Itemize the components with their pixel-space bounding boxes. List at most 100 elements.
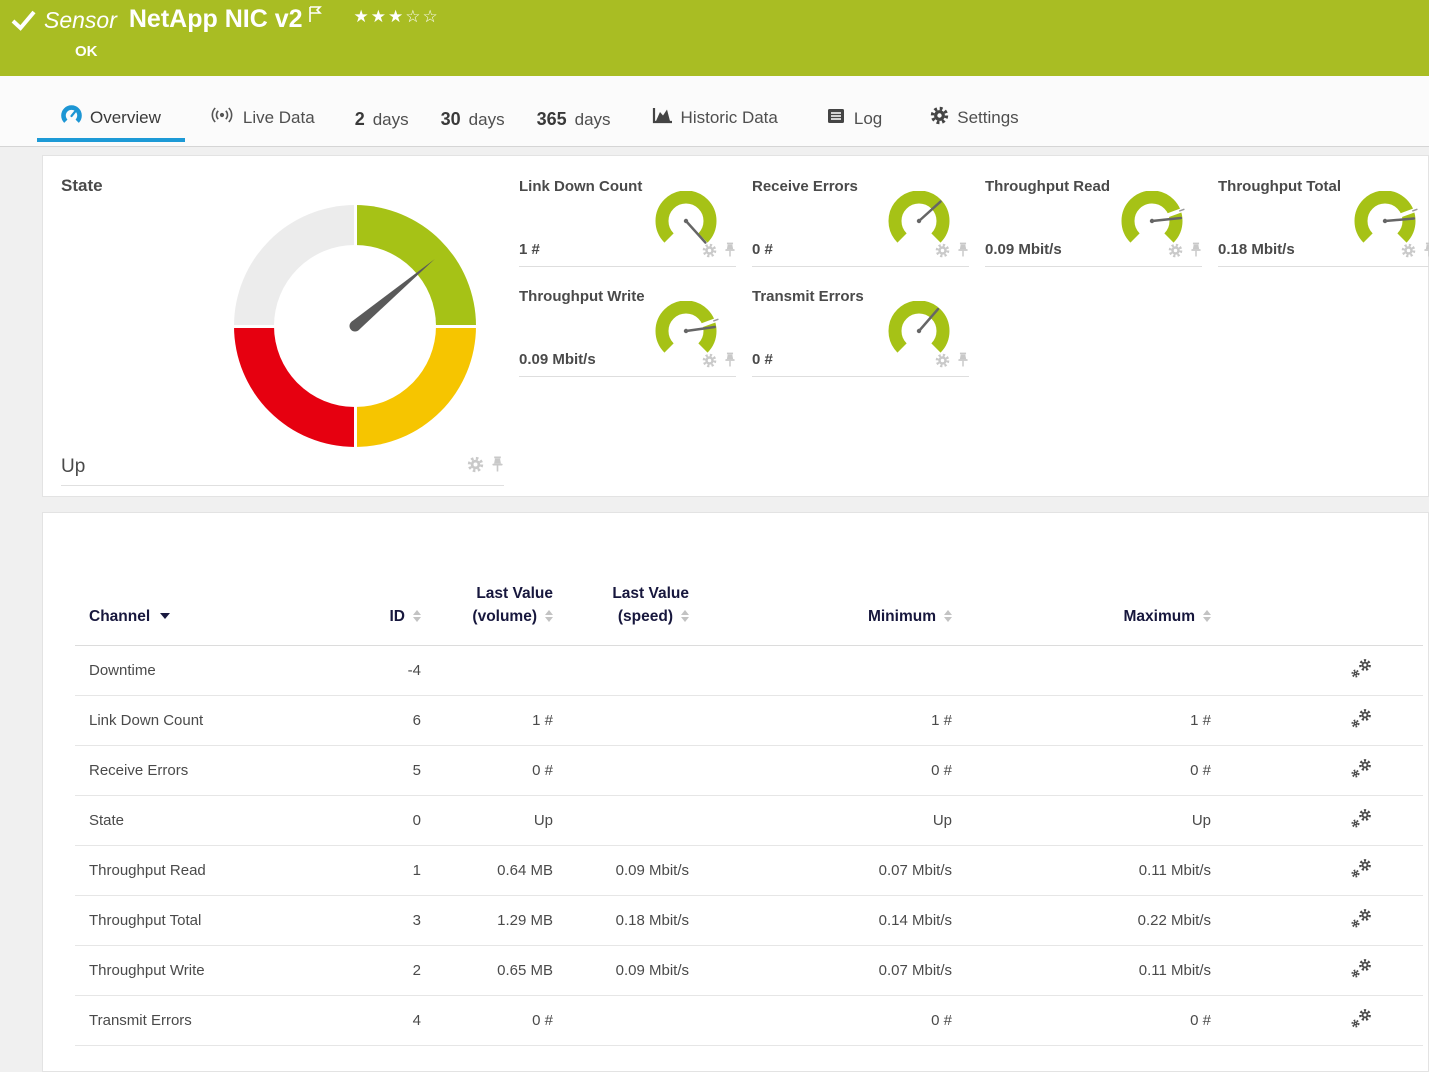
cell-last-value-volume: 0 # — [421, 745, 553, 795]
column-header-maximum[interactable]: Maximum — [952, 513, 1211, 645]
mini-gauge-gear-icon[interactable] — [702, 353, 717, 373]
tab-2-days[interactable]: 2 days — [339, 109, 425, 146]
table-row[interactable]: Throughput Write 2 0.65 MB 0.09 Mbit/s 0… — [75, 945, 1423, 995]
table-row[interactable]: Downtime -4 — [75, 645, 1423, 695]
log-list-icon — [826, 107, 846, 130]
state-gear-icon[interactable] — [467, 456, 484, 478]
channel-settings-gears-icon[interactable] — [1350, 1017, 1374, 1034]
mini-gauge-title: Transmit Errors — [752, 288, 864, 305]
tab-live-data-label: Live Data — [243, 108, 315, 128]
table-row[interactable]: Receive Errors 5 0 # 0 # 0 # — [75, 745, 1423, 795]
cell-id: 1 — [305, 845, 421, 895]
mini-gauge-pin-icon[interactable] — [1190, 242, 1202, 263]
mini-gauge-title: Receive Errors — [752, 178, 858, 195]
mini-gauge-value: 0.09 Mbit/s — [519, 351, 596, 368]
mini-gauge-gear-icon[interactable] — [1168, 243, 1183, 263]
cell-actions — [1211, 845, 1423, 895]
sort-icon[interactable] — [681, 610, 689, 622]
cell-actions — [1211, 895, 1423, 945]
tab-overview[interactable]: Overview — [37, 105, 185, 146]
tab-log[interactable]: Log — [802, 107, 906, 146]
cell-maximum: 0.11 Mbit/s — [952, 945, 1211, 995]
sort-icon[interactable] — [1203, 610, 1211, 622]
tab-30-days[interactable]: 30 days — [425, 109, 521, 146]
tab-historic-data[interactable]: Historic Data — [627, 105, 802, 146]
channel-settings-gears-icon[interactable] — [1350, 917, 1374, 934]
mini-gauge-pin-icon[interactable] — [724, 242, 736, 263]
object-kind-label: Sensor — [44, 4, 117, 34]
cell-channel: State — [75, 795, 305, 845]
mini-gauge-pin-icon[interactable] — [1423, 242, 1429, 263]
tab-2-days-unit: days — [373, 110, 409, 130]
channel-settings-gears-icon[interactable] — [1350, 717, 1374, 734]
tab-settings-label: Settings — [957, 108, 1018, 128]
stars-empty[interactable]: ☆☆ — [405, 7, 439, 27]
tab-live-data[interactable]: Live Data — [185, 105, 339, 146]
channel-table: Channel ID Last Value (volume) Last Valu… — [75, 513, 1423, 1046]
cell-maximum: 0 # — [952, 745, 1211, 795]
cell-last-value-speed — [553, 745, 689, 795]
cell-minimum: 0.07 Mbit/s — [689, 845, 952, 895]
mini-gauge-cell: Throughput Read 0.09 Mbit/s — [985, 171, 1202, 267]
cell-last-value-speed — [553, 795, 689, 845]
sort-icon[interactable] — [413, 610, 421, 622]
mini-gauge-gear-icon[interactable] — [935, 353, 950, 373]
cell-maximum: 0.22 Mbit/s — [952, 895, 1211, 945]
column-header-last-value-volume[interactable]: Last Value (volume) — [421, 513, 553, 645]
state-pin-icon[interactable] — [491, 456, 504, 478]
channel-settings-gears-icon[interactable] — [1350, 967, 1374, 984]
cell-last-value-volume: 0.65 MB — [421, 945, 553, 995]
live-data-icon — [209, 105, 235, 130]
channel-settings-gears-icon[interactable] — [1350, 667, 1374, 684]
cell-minimum: 0 # — [689, 745, 952, 795]
sort-icon[interactable] — [944, 610, 952, 622]
tab-365-days[interactable]: 365 days — [521, 109, 627, 146]
mini-gauge-cell: Throughput Write 0.09 Mbit/s — [519, 281, 736, 377]
overview-gauges-panel: State Up — [42, 155, 1429, 497]
table-row[interactable]: Throughput Read 1 0.64 MB 0.09 Mbit/s 0.… — [75, 845, 1423, 895]
cell-channel: Throughput Total — [75, 895, 305, 945]
sort-icon[interactable] — [545, 610, 553, 622]
mini-gauge-value: 0 # — [752, 351, 773, 368]
column-header-last-value-speed[interactable]: Last Value (speed) — [553, 513, 689, 645]
table-row[interactable]: Throughput Total 3 1.29 MB 0.18 Mbit/s 0… — [75, 895, 1423, 945]
column-header-id[interactable]: ID — [305, 513, 421, 645]
channel-settings-gears-icon[interactable] — [1350, 817, 1374, 834]
column-header-minimum[interactable]: Minimum — [689, 513, 952, 645]
cell-last-value-speed — [553, 695, 689, 745]
mini-gauge-pin-icon[interactable] — [957, 242, 969, 263]
state-donut-gauge — [234, 205, 476, 447]
table-row[interactable]: Link Down Count 6 1 # 1 # 1 # — [75, 695, 1423, 745]
cell-maximum: 1 # — [952, 695, 1211, 745]
state-gauge-cell: State Up — [43, 156, 519, 496]
tab-settings[interactable]: Settings — [906, 106, 1042, 146]
column-header-channel[interactable]: Channel — [75, 513, 305, 645]
mini-gauge-pin-icon[interactable] — [724, 352, 736, 373]
priority-stars[interactable]: ★★★☆☆ — [354, 7, 440, 27]
cell-maximum: Up — [952, 795, 1211, 845]
table-row[interactable]: State 0 Up Up Up — [75, 795, 1423, 845]
mini-gauge-pin-icon[interactable] — [957, 352, 969, 373]
cell-channel: Transmit Errors — [75, 995, 305, 1045]
page-title: NetApp NIC v2 — [129, 4, 303, 34]
cell-maximum — [952, 645, 1211, 695]
state-needle — [234, 205, 476, 447]
stars-filled[interactable]: ★★★ — [354, 7, 406, 27]
cell-channel: Throughput Write — [75, 945, 305, 995]
mini-gauge-gear-icon[interactable] — [935, 243, 950, 263]
channel-settings-gears-icon[interactable] — [1350, 867, 1374, 884]
mini-gauge-cell: Link Down Count 1 # — [519, 171, 736, 267]
tab-overview-label: Overview — [90, 108, 161, 128]
mini-gauge-value: 0.09 Mbit/s — [985, 241, 1062, 258]
cell-minimum: 0 # — [689, 995, 952, 1045]
cell-last-value-speed: 0.09 Mbit/s — [553, 945, 689, 995]
priority-flag-icon[interactable] — [308, 6, 322, 28]
cell-channel: Receive Errors — [75, 745, 305, 795]
mini-gauge-gear-icon[interactable] — [1401, 243, 1416, 263]
channel-settings-gears-icon[interactable] — [1350, 767, 1374, 784]
mini-gauge-gear-icon[interactable] — [702, 243, 717, 263]
table-row[interactable]: Transmit Errors 4 0 # 0 # 0 # — [75, 995, 1423, 1045]
mini-gauge-value: 1 # — [519, 241, 540, 258]
tab-bar: Overview Live Data 2 days 30 days 365 da… — [0, 76, 1429, 147]
cell-last-value-volume: Up — [421, 795, 553, 845]
